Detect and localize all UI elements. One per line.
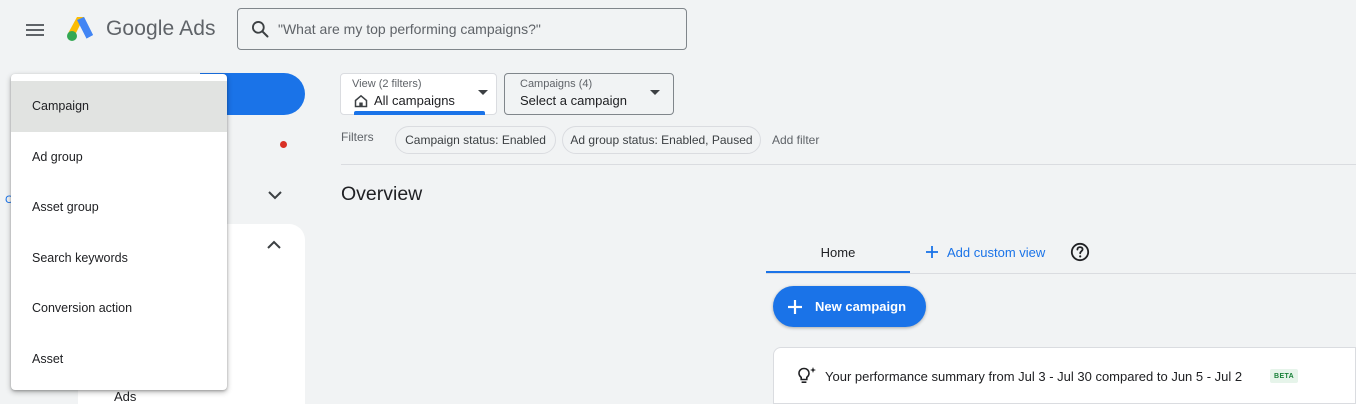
view-selector-caption: View (2 filters) [352,78,422,90]
hamburger-menu-icon [26,24,44,36]
chevron-down-icon[interactable] [265,185,285,205]
campaign-selector-caption: Campaigns (4) [520,78,593,90]
search-icon [251,21,269,38]
home-icon [354,94,368,108]
main-menu-button[interactable] [22,18,48,42]
sidebar-item-ads[interactable]: Ads [114,389,136,404]
performance-summary-text: Your performance summary from Jul 3 - Ju… [825,369,1243,384]
add-custom-view-label: Add custom view [947,244,1046,260]
add-custom-view-button[interactable]: Add custom view [925,242,1045,262]
menu-item-ad-group[interactable]: Ad group [11,132,227,183]
campaign-selector-value: Select a campaign [520,93,627,108]
help-icon[interactable] [1070,242,1090,262]
menu-item-conversion-action[interactable]: Conversion action [11,283,227,334]
new-campaign-button[interactable]: New campaign [773,286,926,327]
view-selector-value: All campaigns [374,93,455,108]
menu-item-campaign[interactable]: Campaign [11,81,227,132]
add-filter-button[interactable]: Add filter [772,133,819,147]
brand-name: Google Ads [106,17,216,40]
plus-icon [788,299,802,314]
campaign-selector-dropdown-icon [650,90,660,95]
search-box[interactable]: "What are my top performing campaigns?" [237,8,687,50]
menu-item-asset[interactable]: Asset [11,334,227,385]
new-campaign-label: New campaign [815,299,907,314]
view-selector-dropdown-icon [478,90,488,95]
beta-badge: BETA [1270,369,1299,383]
menu-item-search-keywords[interactable]: Search keywords [11,233,227,284]
create-dropdown-menu: Campaign Ad group Asset group Search key… [11,74,227,390]
filters-label: Filters [341,130,374,144]
menu-item-asset-group[interactable]: Asset group [11,182,227,233]
view-selector-active-indicator [354,111,485,115]
filters-divider [341,164,1356,165]
page-title: Overview [341,183,423,205]
search-placeholder: "What are my top performing campaigns?" [278,21,541,37]
google-ads-logo-icon [67,17,93,41]
plus-icon [926,246,938,258]
lightbulb-sparkle-icon [798,367,816,384]
notification-dot [280,141,287,148]
filter-chip-ad-group-status[interactable]: Ad group status: Enabled, Paused [562,126,761,154]
tab-home[interactable]: Home [766,232,910,273]
chevron-up-icon[interactable] [264,235,284,255]
tabs-divider [766,273,1356,274]
filter-chip-campaign-status[interactable]: Campaign status: Enabled [395,126,556,154]
